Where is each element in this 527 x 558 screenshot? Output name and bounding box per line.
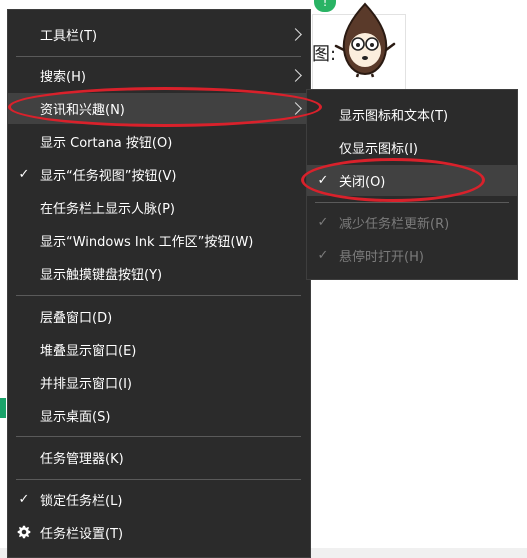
submenu-separator	[315, 202, 509, 203]
menu-item-show-desktop[interactable]: 显示桌面(S)	[8, 400, 310, 431]
submenu-item-open-on-hover: ✓ 悬停时打开(H)	[307, 240, 517, 271]
menu-item-show-windows-ink[interactable]: 显示“Windows Ink 工作区”按钮(W)	[8, 225, 310, 256]
menu-item-show-touch-keyboard[interactable]: 显示触摸键盘按钮(Y)	[8, 258, 310, 289]
menu-item-label: 显示“Windows Ink 工作区”按钮(W)	[40, 235, 254, 250]
checkmark-icon: ✓	[317, 173, 329, 188]
submenu-item-label: 显示图标和文本(T)	[339, 109, 449, 124]
menu-item-cascade-windows[interactable]: 层叠窗口(D)	[8, 301, 310, 332]
menu-item-toolbars[interactable]: 工具栏(T)	[8, 19, 310, 50]
chevron-right-icon	[289, 28, 302, 41]
submenu-item-show-icon-only[interactable]: 仅显示图标(I)	[307, 132, 517, 163]
menu-item-stack-windows[interactable]: 堆叠显示窗口(E)	[8, 334, 310, 365]
menu-item-news-and-interests[interactable]: 资讯和兴趣(N)	[8, 93, 310, 124]
menu-item-show-cortana[interactable]: 显示 Cortana 按钮(O)	[8, 126, 310, 157]
checkmark-icon: ✓	[317, 248, 329, 263]
submenu-item-label: 关闭(O)	[339, 175, 386, 190]
menu-item-label: 显示桌面(S)	[40, 410, 111, 425]
mascot-illustration	[334, 2, 396, 78]
menu-item-show-people[interactable]: 在任务栏上显示人脉(P)	[8, 192, 310, 223]
menu-separator	[16, 56, 301, 57]
gear-icon	[17, 525, 31, 539]
menu-separator	[16, 295, 301, 296]
menu-item-task-manager[interactable]: 任务管理器(K)	[8, 442, 310, 473]
submenu-item-label: 悬停时打开(H)	[339, 250, 424, 265]
submenu-item-show-icon-and-text[interactable]: 显示图标和文本(T)	[307, 99, 517, 130]
background-heading-fragment: 图:	[312, 44, 337, 65]
menu-item-label: 堆叠显示窗口(E)	[40, 344, 137, 359]
menu-item-label: 任务管理器(K)	[40, 452, 124, 467]
menu-separator	[16, 436, 301, 437]
submenu-item-turn-off[interactable]: ✓ 关闭(O)	[307, 165, 517, 196]
menu-item-taskbar-settings[interactable]: 任务栏设置(T)	[8, 517, 310, 548]
menu-item-label: 并排显示窗口(I)	[40, 377, 132, 392]
background-green-strip	[0, 398, 6, 418]
checkmark-icon: ✓	[18, 492, 30, 507]
menu-item-side-by-side[interactable]: 并排显示窗口(I)	[8, 367, 310, 398]
chevron-right-icon	[289, 102, 302, 115]
menu-item-label: 层叠窗口(D)	[40, 311, 113, 326]
menu-item-search[interactable]: 搜索(H)	[8, 60, 310, 91]
menu-item-label: 资讯和兴趣(N)	[40, 103, 125, 118]
menu-item-label: 任务栏设置(T)	[40, 527, 124, 542]
submenu-item-label: 减少任务栏更新(R)	[339, 217, 450, 232]
checkmark-icon: ✓	[317, 215, 329, 230]
menu-item-label: 锁定任务栏(L)	[40, 494, 123, 509]
menu-item-label: 搜索(H)	[40, 70, 86, 85]
submenu-item-label: 仅显示图标(I)	[339, 142, 418, 157]
menu-separator	[16, 479, 301, 480]
menu-item-label: 显示 Cortana 按钮(O)	[40, 136, 173, 151]
taskbar-context-menu: 工具栏(T) 搜索(H) 资讯和兴趣(N) 显示 Cortana 按钮(O) ✓…	[7, 9, 311, 558]
checkmark-icon: ✓	[18, 167, 30, 182]
chevron-right-icon	[289, 69, 302, 82]
menu-item-label: 在任务栏上显示人脉(P)	[40, 202, 175, 217]
menu-item-label: 显示触摸键盘按钮(Y)	[40, 268, 163, 283]
menu-item-label: 工具栏(T)	[40, 29, 98, 44]
menu-item-lock-taskbar[interactable]: ✓ 锁定任务栏(L)	[8, 484, 310, 515]
submenu-item-reduce-updates: ✓ 减少任务栏更新(R)	[307, 207, 517, 238]
menu-item-show-task-view[interactable]: ✓ 显示“任务视图”按钮(V)	[8, 159, 310, 190]
menu-item-label: 显示“任务视图”按钮(V)	[40, 169, 177, 184]
news-and-interests-submenu: 显示图标和文本(T) 仅显示图标(I) ✓ 关闭(O) ✓ 减少任务栏更新(R)…	[306, 89, 518, 280]
